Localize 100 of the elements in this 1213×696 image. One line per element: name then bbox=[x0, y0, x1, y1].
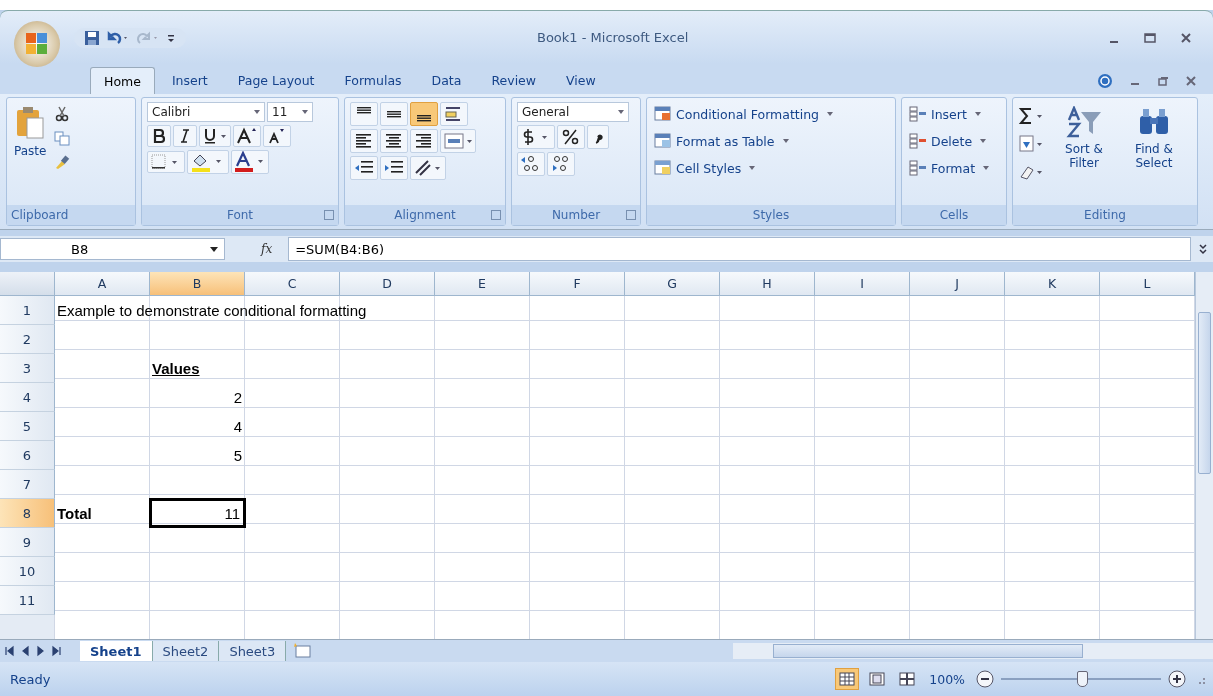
paste-button[interactable]: Paste bbox=[12, 102, 49, 162]
bold-icon[interactable] bbox=[147, 125, 171, 147]
fill-color-icon[interactable] bbox=[187, 150, 229, 174]
decrease-indent-icon[interactable] bbox=[350, 156, 378, 180]
format-cells-button[interactable]: Format bbox=[907, 156, 992, 180]
decrease-decimal-icon[interactable] bbox=[547, 152, 575, 176]
save-icon[interactable] bbox=[84, 29, 100, 46]
row-header[interactable]: 6 bbox=[0, 441, 55, 470]
sort-filter-icon bbox=[1065, 106, 1103, 138]
ribbon-tab[interactable]: View bbox=[553, 67, 609, 94]
column-header[interactable]: C bbox=[245, 272, 340, 296]
zoom-in-icon[interactable] bbox=[1167, 669, 1187, 689]
column-header[interactable]: D bbox=[340, 272, 435, 296]
group-label: Clipboard bbox=[7, 205, 135, 225]
group-label: Editing bbox=[1084, 208, 1126, 222]
maximize-icon[interactable] bbox=[1143, 30, 1157, 45]
vertical-scrollbar[interactable] bbox=[1195, 272, 1213, 639]
ribbon-tab[interactable]: Insert bbox=[158, 67, 221, 94]
sheet-tab[interactable]: Sheet1 bbox=[80, 641, 153, 661]
underline-icon[interactable] bbox=[199, 125, 231, 147]
restore-icon[interactable] bbox=[1157, 75, 1169, 87]
column-header[interactable]: F bbox=[530, 272, 625, 296]
ribbon-tab[interactable]: Data bbox=[418, 67, 475, 94]
office-button[interactable] bbox=[14, 20, 60, 67]
align-center-icon[interactable] bbox=[380, 129, 408, 153]
sheet-tab[interactable]: Sheet2 bbox=[152, 641, 220, 661]
insert-function-button[interactable]: fx bbox=[231, 242, 283, 256]
row-header[interactable]: 9 bbox=[0, 528, 55, 557]
ribbon-tab[interactable]: Home bbox=[90, 67, 155, 94]
column-header[interactable]: L bbox=[1100, 272, 1195, 296]
zoom-out-icon[interactable] bbox=[975, 669, 995, 689]
table-cell-text: 5 bbox=[232, 446, 243, 466]
increase-indent-icon[interactable] bbox=[380, 156, 408, 180]
column-header[interactable]: K bbox=[1005, 272, 1100, 296]
table-icon bbox=[654, 132, 672, 150]
orientation-icon[interactable] bbox=[410, 156, 446, 180]
row-header[interactable]: 1 bbox=[0, 296, 55, 325]
row-header[interactable]: 3 bbox=[0, 354, 55, 383]
find-select-button[interactable]: Find & Select bbox=[1122, 102, 1186, 174]
zoom-level[interactable]: 100% bbox=[929, 671, 965, 687]
format-as-table-button[interactable]: Format as Table bbox=[652, 129, 791, 153]
brush-icon[interactable] bbox=[54, 154, 71, 170]
delete-rows-icon bbox=[909, 132, 927, 150]
help-icon[interactable] bbox=[1097, 73, 1113, 89]
column-header[interactable]: E bbox=[435, 272, 530, 296]
sheet-tab[interactable]: Sheet3 bbox=[219, 641, 287, 661]
normal-view-icon[interactable] bbox=[835, 668, 860, 690]
number-format-dropdown[interactable]: General bbox=[517, 102, 629, 122]
ribbon-tab[interactable]: Page Layout bbox=[224, 67, 328, 94]
vertical-align-icon[interactable] bbox=[410, 102, 438, 126]
increase-decimal-icon[interactable] bbox=[517, 152, 545, 176]
cut-icon[interactable] bbox=[54, 106, 71, 122]
delete-cells-button[interactable]: Delete bbox=[907, 129, 989, 153]
undo-icon[interactable] bbox=[106, 29, 130, 46]
row-header[interactable]: 2 bbox=[0, 325, 55, 354]
column-header[interactable]: I bbox=[815, 272, 910, 296]
comma-style-icon[interactable] bbox=[587, 125, 609, 149]
formula-field[interactable]: =SUM(B4:B6) bbox=[288, 237, 1191, 261]
font-size-dropdown[interactable]: 11 bbox=[267, 102, 313, 122]
close-icon[interactable] bbox=[1179, 30, 1193, 45]
cell-styles-button[interactable]: Cell Styles bbox=[652, 156, 758, 180]
highlighted-table-icon bbox=[654, 105, 672, 123]
conditional-formatting-button[interactable]: Conditional Formatting bbox=[652, 102, 836, 126]
row-header[interactable]: 11 bbox=[0, 586, 55, 615]
italic-icon[interactable] bbox=[173, 125, 197, 147]
column-header[interactable]: G bbox=[625, 272, 720, 296]
vertical-align-icon[interactable] bbox=[350, 102, 378, 126]
row-header[interactable]: 8 bbox=[0, 499, 55, 528]
font-color-icon[interactable] bbox=[231, 150, 269, 174]
shrink-font-icon[interactable] bbox=[263, 125, 291, 147]
font-name-dropdown[interactable]: Calibri bbox=[147, 102, 265, 122]
group-label: Styles bbox=[752, 208, 790, 222]
table-cell-text: 2 bbox=[232, 388, 243, 408]
insert-cells-button[interactable]: Insert bbox=[907, 102, 983, 126]
percent-icon[interactable] bbox=[557, 125, 585, 149]
sort-filter-button[interactable]: Sort & Filter bbox=[1052, 102, 1116, 174]
name-box[interactable]: B8 bbox=[0, 238, 225, 260]
align-left-icon[interactable] bbox=[350, 129, 378, 153]
close-icon[interactable] bbox=[1185, 75, 1197, 87]
row-header[interactable]: 7 bbox=[0, 470, 55, 499]
ribbon-tab[interactable]: Review bbox=[478, 67, 550, 94]
currency-icon[interactable] bbox=[517, 125, 555, 149]
vertical-align-icon[interactable] bbox=[380, 102, 408, 126]
table-cell-text: Example to demonstrate conditional formatting bbox=[57, 301, 367, 321]
merge-center-icon[interactable] bbox=[440, 129, 476, 153]
row-header[interactable]: 10 bbox=[0, 557, 55, 586]
borders-icon[interactable] bbox=[147, 151, 185, 173]
table-cell-text: 4 bbox=[232, 417, 243, 437]
styled-cell-icon bbox=[654, 159, 672, 177]
column-header[interactable]: H bbox=[720, 272, 815, 296]
align-right-icon[interactable] bbox=[410, 129, 438, 153]
column-header[interactable]: A bbox=[55, 272, 150, 296]
row-header[interactable]: 4 bbox=[0, 383, 55, 412]
ribbon-tab[interactable]: Formulas bbox=[331, 67, 415, 94]
row-header[interactable]: 5 bbox=[0, 412, 55, 441]
grow-font-icon[interactable] bbox=[233, 125, 261, 147]
wrap-text-icon[interactable] bbox=[440, 102, 468, 126]
horizontal-scrollbar[interactable] bbox=[733, 643, 1213, 659]
column-header[interactable]: B bbox=[150, 272, 245, 296]
column-header[interactable]: J bbox=[910, 272, 1005, 296]
